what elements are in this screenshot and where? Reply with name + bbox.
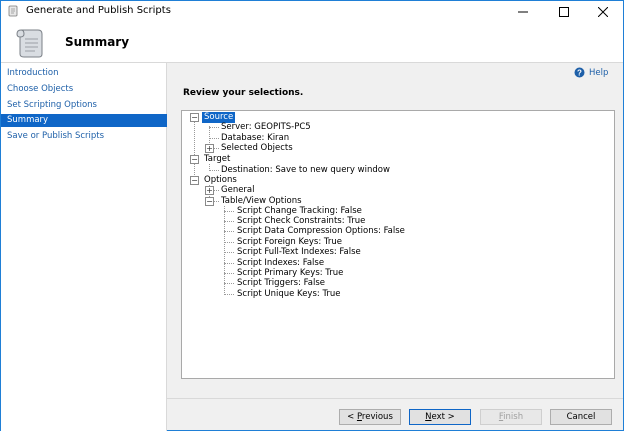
help-circle-icon: ? <box>574 67 585 78</box>
page-header: Summary <box>1 22 623 63</box>
nav-item-save-or-publish[interactable]: Save or Publish Scripts <box>1 130 167 143</box>
tree-line <box>209 138 219 139</box>
tree-node-general[interactable]: General <box>221 185 255 196</box>
collapse-source-toggle[interactable]: − <box>190 113 199 122</box>
tree-line <box>224 211 234 212</box>
footer-divider <box>167 398 623 399</box>
help-label: Help <box>589 67 609 78</box>
nav-item-set-scripting-options[interactable]: Set Scripting Options <box>1 99 167 112</box>
scroll-icon <box>8 5 18 17</box>
nav-item-summary[interactable]: Summary <box>1 114 167 127</box>
wizard-steps-nav: Introduction Choose Objects Set Scriptin… <box>1 63 167 431</box>
finish-button[interactable]: Finish <box>480 409 542 425</box>
nav-item-choose-objects[interactable]: Choose Objects <box>1 83 167 96</box>
title-bar[interactable]: Generate and Publish Scripts <box>1 1 623 22</box>
tree-line <box>224 231 234 232</box>
minimize-button[interactable] <box>501 1 545 22</box>
svg-text:?: ? <box>577 68 582 77</box>
finish-button-label: inish <box>503 412 524 422</box>
tree-line <box>194 121 195 181</box>
maximize-icon <box>559 6 569 17</box>
tree-line <box>224 263 234 264</box>
tree-line <box>224 283 234 284</box>
tree-node-server[interactable]: Server: GEOPITS-PC5 <box>221 122 311 133</box>
collapse-target-toggle[interactable]: − <box>190 155 199 164</box>
tree-node-destination[interactable]: Destination: Save to new query window <box>221 165 390 176</box>
tree-line <box>224 242 234 243</box>
maximize-button[interactable] <box>542 1 586 22</box>
collapse-table-view-toggle[interactable]: − <box>205 197 214 206</box>
tree-line <box>224 273 234 274</box>
tree-line <box>224 294 234 295</box>
close-button[interactable] <box>581 1 624 22</box>
summary-tree[interactable]: − Source Server: GEOPITS-PC5 Database: K… <box>181 110 615 379</box>
dialog-window: Generate and Publish Scripts Summary Int… <box>0 0 624 431</box>
tree-node-option[interactable]: Script Unique Keys: True <box>237 289 341 300</box>
previous-button-prefix: < <box>347 412 357 422</box>
window-title: Generate and Publish Scripts <box>26 5 171 16</box>
scroll-icon <box>16 29 43 58</box>
close-icon <box>598 6 608 17</box>
previous-button[interactable]: < Previous <box>339 409 401 425</box>
nav-item-introduction[interactable]: Introduction <box>1 67 167 80</box>
previous-button-label: revious <box>361 412 393 422</box>
tree-node-option[interactable]: Script Full-Text Indexes: False <box>237 247 361 258</box>
tree-line <box>224 206 225 295</box>
help-link[interactable]: ? Help <box>574 67 608 78</box>
tree-node-selected-objects[interactable]: Selected Objects <box>221 143 293 154</box>
tree-line <box>209 170 219 171</box>
tree-node-target[interactable]: Target <box>204 154 230 165</box>
tree-line <box>224 252 234 253</box>
tree-line <box>224 221 234 222</box>
minimize-icon <box>518 11 528 12</box>
page-title: Summary <box>65 35 130 49</box>
collapse-options-toggle[interactable]: − <box>190 176 199 185</box>
next-button-label: ext > <box>431 412 455 422</box>
section-title: Review your selections. <box>183 88 304 98</box>
tree-node-option[interactable]: Script Data Compression Options: False <box>237 226 405 237</box>
expand-selected-objects-toggle[interactable]: + <box>205 144 214 153</box>
next-button[interactable]: Next > <box>409 409 471 425</box>
tree-line <box>209 127 219 128</box>
cancel-button[interactable]: Cancel <box>550 409 612 425</box>
expand-general-toggle[interactable]: + <box>205 186 214 195</box>
tree-node-option[interactable]: Script Triggers: False <box>237 278 325 289</box>
